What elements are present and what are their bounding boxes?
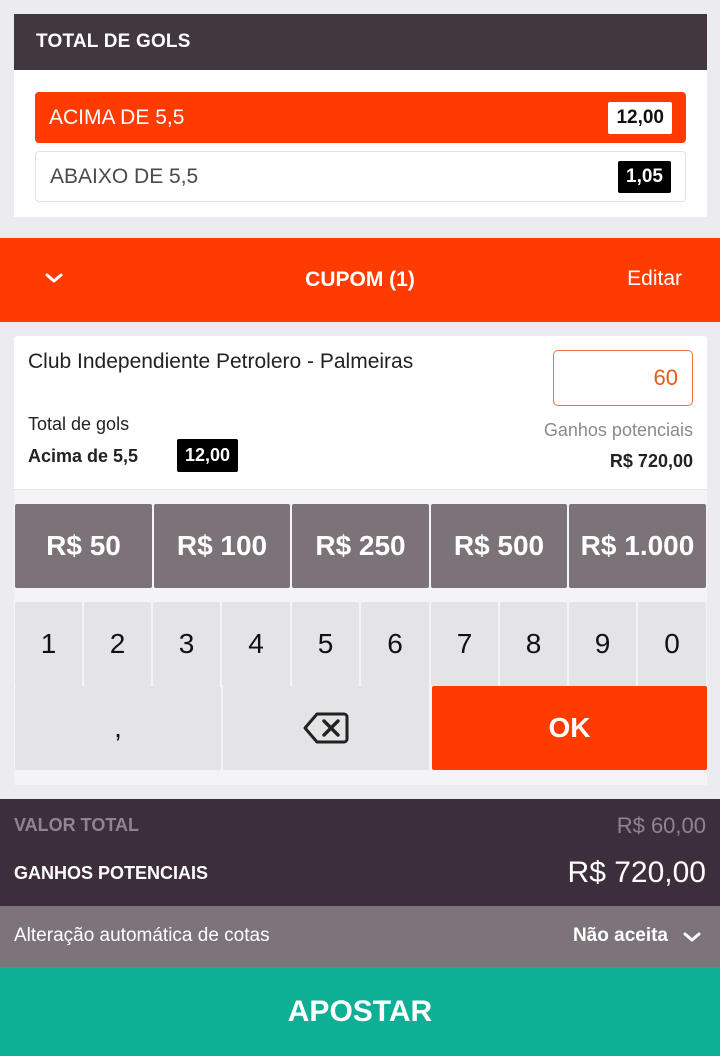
option-under[interactable]: ABAIXO DE 5,5 1,05 xyxy=(35,151,686,202)
digit-key[interactable]: 8 xyxy=(500,602,567,686)
edit-button[interactable]: Editar xyxy=(627,267,682,291)
digit-key[interactable]: 3 xyxy=(153,602,220,686)
digit-key[interactable]: 7 xyxy=(431,602,498,686)
bet-slip-card: Club Independiente Petrolero - Palmeiras… xyxy=(14,336,707,785)
backspace-icon xyxy=(303,712,349,744)
potential-value: R$ 720,00 xyxy=(609,451,693,471)
pick-odd-badge: 12,00 xyxy=(177,439,239,472)
market-card: TOTAL DE GOLS ACIMA DE 5,5 12,00 ABAIXO … xyxy=(14,14,707,217)
potential-gains-value: R$ 720,00 xyxy=(567,856,706,889)
digit-key[interactable]: 4 xyxy=(222,602,290,686)
potential-gains-label: GANHOS POTENCIAIS xyxy=(14,863,209,883)
total-value-label: VALOR TOTAL xyxy=(14,815,139,835)
quick-amount-button[interactable]: R$ 1.000 xyxy=(569,504,706,588)
quick-amount-button[interactable]: R$ 50 xyxy=(15,504,152,588)
comma-key[interactable]: , xyxy=(15,686,221,770)
quick-amount-button[interactable]: R$ 100 xyxy=(154,504,290,588)
total-value: R$ 60,00 xyxy=(616,813,706,838)
digit-key[interactable]: 2 xyxy=(84,602,151,686)
stake-input[interactable]: 60 xyxy=(553,350,693,406)
totals-panel: VALOR TOTAL R$ 60,00 GANHOS POTENCIAIS R… xyxy=(0,799,720,906)
market-title: TOTAL DE GOLS xyxy=(14,14,707,70)
keypad: R$ 50 R$ 100 R$ 250 R$ 500 R$ 1.000 1 2 … xyxy=(14,489,707,785)
digit-key[interactable]: 0 xyxy=(638,602,706,686)
option-odd: 1,05 xyxy=(618,160,671,193)
chevron-down-icon[interactable] xyxy=(680,925,704,949)
digit-key[interactable]: 6 xyxy=(361,602,429,686)
match-name: Club Independiente Petrolero - Palmeiras xyxy=(28,350,414,373)
odds-change-value[interactable]: Não aceita xyxy=(573,925,668,947)
quick-amount-button[interactable]: R$ 250 xyxy=(292,504,429,588)
pick-name: Acima de 5,5 xyxy=(28,446,139,466)
market-name: Total de gols xyxy=(28,414,130,434)
digit-key[interactable]: 5 xyxy=(292,602,359,686)
potential-label: Ganhos potenciais xyxy=(543,420,693,440)
ok-button[interactable]: OK xyxy=(432,686,707,770)
odds-change-label: Alteração automática de cotas xyxy=(14,925,270,946)
option-label: ABAIXO DE 5,5 xyxy=(50,164,199,188)
place-bet-button[interactable]: APOSTAR xyxy=(0,967,720,1056)
odds-change-setting[interactable]: Alteração automática de cotas Não aceita xyxy=(0,906,720,967)
quick-amount-button[interactable]: R$ 500 xyxy=(431,504,567,588)
option-over[interactable]: ACIMA DE 5,5 12,00 xyxy=(35,92,686,143)
digit-key[interactable]: 9 xyxy=(569,602,636,686)
coupon-title: CUPOM (1) xyxy=(305,268,415,291)
option-label: ACIMA DE 5,5 xyxy=(49,105,185,129)
coupon-header: CUPOM (1) Editar xyxy=(0,238,720,322)
backspace-key[interactable] xyxy=(223,686,429,770)
option-odd: 12,00 xyxy=(608,101,672,134)
digit-key[interactable]: 1 xyxy=(15,602,82,686)
